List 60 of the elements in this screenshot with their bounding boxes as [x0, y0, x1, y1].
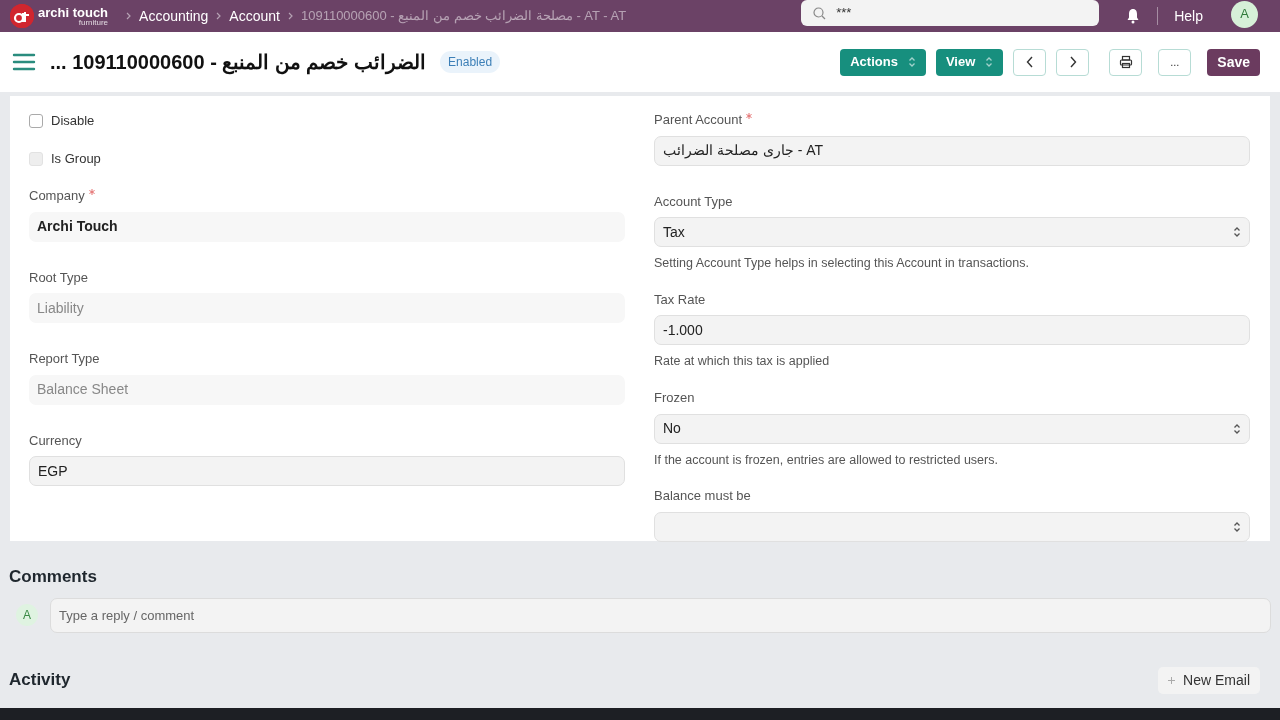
prev-button[interactable] [1013, 48, 1047, 76]
caret-icon [907, 56, 916, 68]
help-menu[interactable]: Help [1174, 5, 1203, 27]
print-button[interactable] [1109, 48, 1143, 76]
search-icon [813, 6, 827, 20]
chevron-icon [126, 12, 132, 20]
section-title: Comments [9, 566, 98, 588]
field-label: Company [29, 187, 85, 205]
select-field[interactable]: Tax [654, 217, 1250, 247]
field-label: Currency [29, 431, 82, 450]
user-avatar: A [16, 604, 38, 626]
plus-icon [1168, 676, 1176, 684]
checkbox-label: Disable [51, 112, 95, 131]
field-label: Parent Account [654, 111, 743, 129]
printer-icon [1118, 55, 1133, 69]
chevron-icon [1025, 56, 1034, 68]
checkbox[interactable] [29, 114, 43, 128]
field-label: Report Type [29, 350, 100, 368]
comment-field[interactable]: Type a reply / comment [50, 597, 1271, 633]
select-arrows-icon [1233, 520, 1241, 533]
field-description: Setting Account Type helps in selecting this Account in transactions. [654, 255, 1030, 272]
input-field[interactable]: Archi Touch [29, 211, 625, 242]
view-button[interactable]: View [935, 48, 1004, 76]
chevron-icon [216, 12, 222, 20]
logo-subtext: furniture [78, 18, 109, 27]
caret-icon [985, 56, 994, 68]
select-arrows-icon [1233, 226, 1241, 238]
search-field[interactable]: *** [801, 0, 1100, 26]
field-description: Rate at which this tax is applied [654, 353, 831, 371]
breadcrumb-link[interactable]: Account [229, 5, 280, 27]
chevron-icon [287, 12, 293, 20]
user-avatar[interactable]: A [1231, 0, 1258, 28]
logo-icon [10, 4, 34, 28]
status-badge: Enabled [440, 51, 501, 73]
page-title: ... الضرائب خصم من المنبع - 109110000600 [50, 50, 427, 77]
input-field: Balance Sheet [29, 374, 625, 405]
section-title: Activity [9, 669, 71, 692]
field-label: Root Type [29, 268, 89, 287]
menu-icon[interactable] [12, 52, 36, 72]
select-field[interactable] [654, 511, 1250, 542]
more-button[interactable]: ... [1158, 48, 1192, 76]
new-email-button[interactable]: New Email [1158, 666, 1260, 694]
input-field[interactable]: -1.000 [654, 315, 1250, 346]
select-field[interactable]: No [654, 413, 1250, 444]
chevron-icon [1068, 56, 1077, 68]
input-field: Liability [29, 293, 625, 323]
breadcrumb-link[interactable]: Accounting [139, 5, 209, 27]
input-field[interactable]: جارى مصلحة الضرائب - AT [654, 135, 1250, 166]
field-label: Tax Rate [654, 290, 706, 309]
save-button[interactable]: Save [1207, 48, 1260, 76]
field-label: Account Type [654, 192, 733, 211]
field-label: Balance must be [654, 487, 751, 506]
logo-text: archi touch [38, 5, 109, 19]
select-arrows-icon [1233, 422, 1241, 435]
next-button[interactable] [1056, 48, 1090, 76]
actions-button[interactable]: Actions [840, 48, 926, 76]
field-label: Frozen [654, 389, 695, 407]
checkbox-label: Is Group [51, 150, 101, 169]
field-description: If the account is frozen, entries are allowed to restricted users. [654, 451, 999, 469]
input-field[interactable]: EGP [29, 456, 625, 486]
